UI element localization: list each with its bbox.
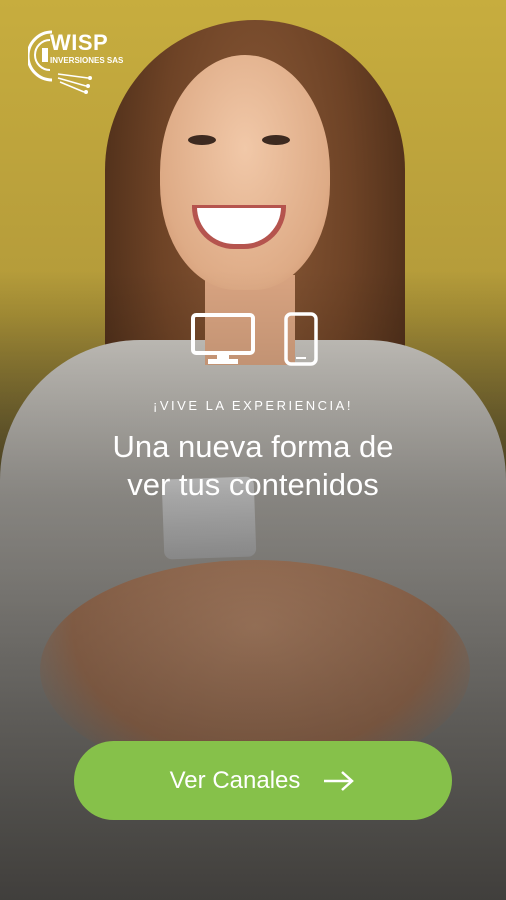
view-channels-label: Ver Canales bbox=[169, 766, 301, 794]
headline-line-2: ver tus contenidos bbox=[127, 467, 379, 502]
arrow-right-icon bbox=[324, 770, 355, 791]
tagline: ¡VIVE LA EXPERIENCIA! bbox=[153, 398, 353, 413]
smartphone-icon bbox=[284, 312, 318, 366]
welcome-screen: WISP INVERSIONES SAS ¡VIVE LA EXPERIENCI… bbox=[0, 0, 506, 900]
headline-line-1: Una nueva forma de bbox=[112, 429, 394, 464]
view-channels-button[interactable]: Ver Canales bbox=[74, 741, 452, 820]
logo-brand: WISP bbox=[50, 30, 109, 55]
device-icons bbox=[0, 312, 506, 372]
monitor-icon bbox=[191, 313, 255, 364]
headline: Una nueva forma de ver tus contenidos bbox=[0, 428, 506, 504]
logo-subtitle: INVERSIONES SAS bbox=[50, 56, 124, 65]
brand-logo: WISP INVERSIONES SAS bbox=[26, 26, 138, 96]
